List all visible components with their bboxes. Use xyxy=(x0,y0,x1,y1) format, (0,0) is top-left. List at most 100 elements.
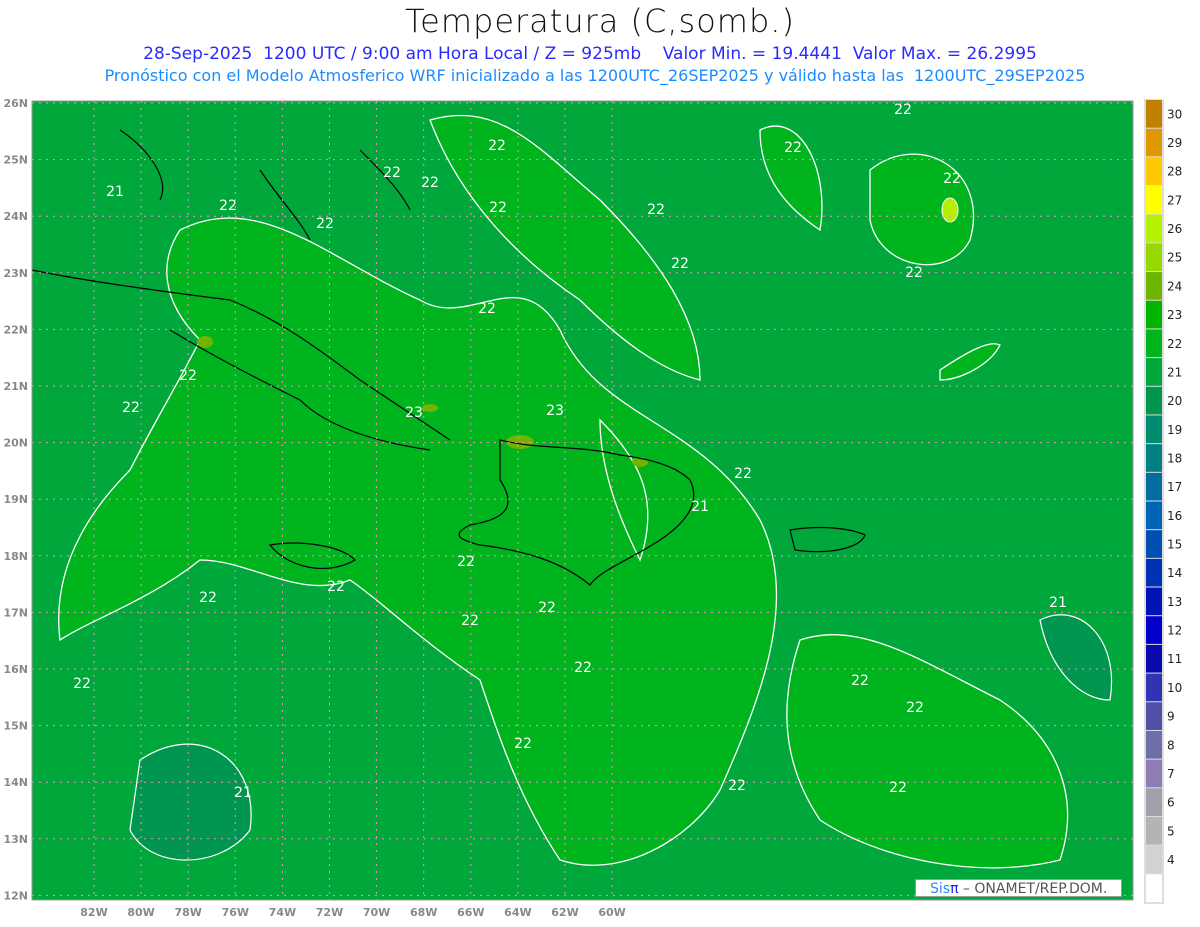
lat-tick-label: 26N xyxy=(3,97,28,110)
colorbar-swatch xyxy=(1146,845,1162,874)
contour-label: 22 xyxy=(489,200,507,216)
colorbar-label: 11 xyxy=(1167,652,1182,666)
contour-label: 22 xyxy=(457,554,475,570)
contour-label: 22 xyxy=(894,102,912,118)
colorbar-swatch xyxy=(1146,415,1162,444)
contour-label: 22 xyxy=(574,660,592,676)
contour-label: 22 xyxy=(327,579,345,595)
colorbar-label: 17 xyxy=(1167,480,1182,494)
colorbar-label: 14 xyxy=(1167,566,1182,580)
colorbar-swatch xyxy=(1146,501,1162,530)
lon-tick-label: 72W xyxy=(316,906,343,919)
contour-label: 23 xyxy=(546,403,564,419)
colorbar-label: 12 xyxy=(1167,624,1182,638)
colorbar-swatch xyxy=(1146,128,1162,157)
colorbar-swatch xyxy=(1146,730,1162,759)
temperature-map: 82W 80W 78W 76W 74W 72W 70W 68W 66W 64W 62W 60W 26N 2… xyxy=(3,97,1182,919)
colorbar-swatch xyxy=(1146,300,1162,329)
logo-text: – ONAMET/REP.DOM. xyxy=(958,881,1108,897)
colorbar-swatch xyxy=(1146,530,1162,558)
lat-tick-label: 19N xyxy=(3,493,28,506)
contour-label: 22 xyxy=(478,301,496,317)
colorbar-swatch xyxy=(1146,100,1162,128)
colorbar-swatch xyxy=(1146,673,1162,702)
contour-label: 21 xyxy=(234,785,252,801)
lat-tick-label: 23N xyxy=(3,267,28,280)
lon-tick-label: 82W xyxy=(80,906,107,919)
contour-label: 22 xyxy=(728,778,746,794)
contour-label: 22 xyxy=(943,171,961,187)
lat-tick-label: 17N xyxy=(3,606,28,619)
lat-tick-label: 20N xyxy=(3,437,28,450)
colorbar-label: 20 xyxy=(1167,394,1182,408)
colorbar-swatch xyxy=(1146,186,1162,214)
contour-label: 22 xyxy=(73,676,91,692)
contour-label: 21 xyxy=(1049,595,1067,611)
colorbar-label: 5 xyxy=(1167,824,1175,838)
onamet-logo: Sisπ – ONAMET/REP.DOM. xyxy=(915,879,1122,897)
colorbar-label: 16 xyxy=(1167,509,1182,523)
colorbar-swatch xyxy=(1146,272,1162,300)
contour-label: 22 xyxy=(199,590,217,606)
contour-label: 22 xyxy=(889,780,907,796)
colorbar-swatch xyxy=(1146,587,1162,616)
colorbar-swatch xyxy=(1146,386,1162,415)
contour-label: 22 xyxy=(514,736,532,752)
colorbar-label: 22 xyxy=(1167,337,1182,351)
colorbar-swatch xyxy=(1146,616,1162,644)
lon-tick-label: 64W xyxy=(504,906,531,919)
contour-label: 22 xyxy=(734,466,752,482)
lat-tick-label: 18N xyxy=(3,550,28,563)
lat-tick-label: 24N xyxy=(3,210,28,223)
colorbar-swatch xyxy=(1146,329,1162,358)
colorbar-label: 18 xyxy=(1167,451,1182,465)
lon-tick-label: 62W xyxy=(551,906,578,919)
lon-tick-label: 74W xyxy=(269,906,296,919)
lon-tick-label: 68W xyxy=(410,906,437,919)
colorbar-label: 30 xyxy=(1167,107,1182,121)
colorbar-label: 13 xyxy=(1167,595,1182,609)
contour-label: 22 xyxy=(647,202,665,218)
lat-tick-label: 21N xyxy=(3,380,28,393)
colorbar-label: 19 xyxy=(1167,423,1182,437)
lon-tick-label: 70W xyxy=(363,906,390,919)
colorbar-label: 28 xyxy=(1167,165,1182,179)
colorbar-label: 21 xyxy=(1167,365,1182,379)
contour-label: 23 xyxy=(405,405,423,421)
lon-tick-label: 76W xyxy=(222,906,249,919)
lat-tick-label: 22N xyxy=(3,323,28,336)
contour-label: 22 xyxy=(905,265,923,281)
contour-label: 22 xyxy=(179,368,197,384)
colorbar-label: 23 xyxy=(1167,308,1182,322)
lat-tick-label: 14N xyxy=(3,776,28,789)
colorbar-swatch xyxy=(1146,702,1162,730)
lon-tick-label: 78W xyxy=(174,906,201,919)
contour-label: 22 xyxy=(316,216,334,232)
lon-tick-label: 80W xyxy=(127,906,154,919)
colorbar-label: 15 xyxy=(1167,538,1182,552)
lon-tick-label: 66W xyxy=(457,906,484,919)
contour-label: 22 xyxy=(488,138,506,154)
lat-tick-label: 13N xyxy=(3,833,28,846)
colorbar-swatch xyxy=(1146,214,1162,243)
colorbar-swatch xyxy=(1146,759,1162,788)
logo-brand: Sis xyxy=(930,881,951,897)
colorbar-swatch xyxy=(1146,358,1162,386)
colorbar-swatch xyxy=(1146,644,1162,673)
contour-label: 22 xyxy=(219,198,237,214)
colorbar-swatch xyxy=(1146,444,1162,472)
colorbar-label: 9 xyxy=(1167,710,1175,724)
lat-tick-label: 16N xyxy=(3,663,28,676)
contour-label: 21 xyxy=(106,184,124,200)
logo-pi: π xyxy=(950,881,959,897)
colorbar-swatch xyxy=(1146,788,1162,816)
colorbar-label: 8 xyxy=(1167,738,1175,752)
contour-label: 22 xyxy=(461,613,479,629)
lat-tick-label: 25N xyxy=(3,154,28,167)
contour-label: 22 xyxy=(784,140,802,156)
colorbar-swatch xyxy=(1146,874,1162,902)
colorbar-label: 29 xyxy=(1167,136,1182,150)
colorbar-label: 6 xyxy=(1167,796,1175,810)
colorbar-label: 27 xyxy=(1167,193,1182,207)
colorbar-label: 7 xyxy=(1167,767,1175,781)
